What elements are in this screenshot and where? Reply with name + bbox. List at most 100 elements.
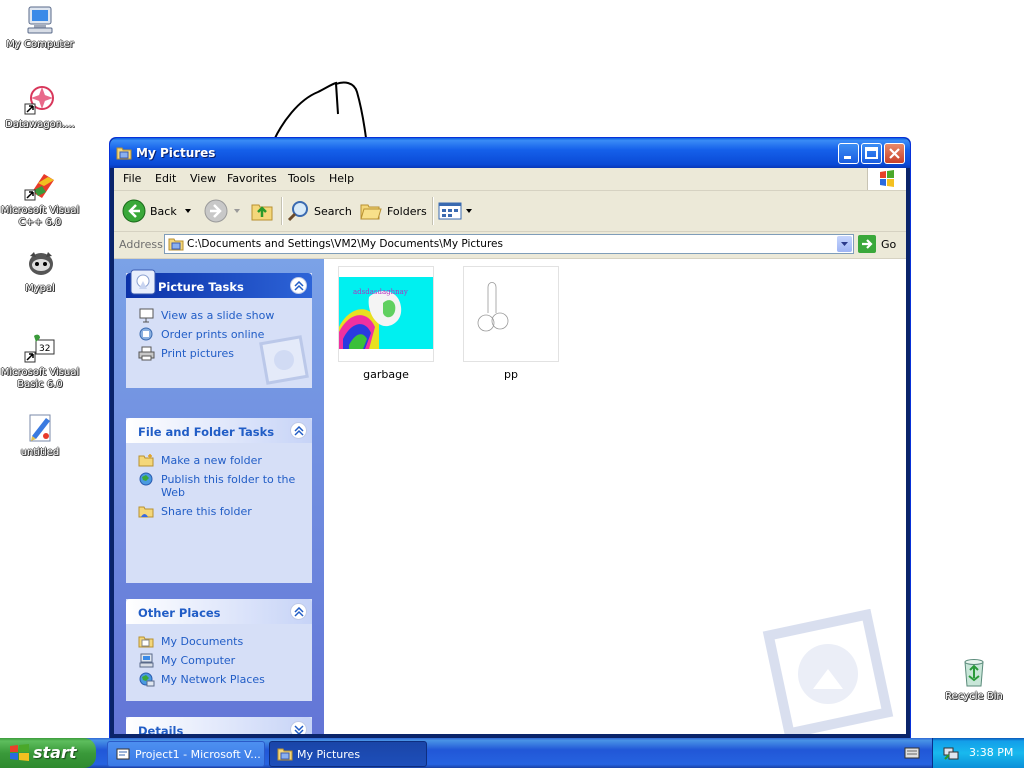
picture-tasks-icon (130, 269, 156, 295)
search-button[interactable]: Search (286, 197, 352, 225)
up-folder-button[interactable] (250, 197, 274, 225)
task-pane: Picture Tasks View as a slide show Order (114, 259, 324, 734)
views-button[interactable] (438, 197, 474, 225)
folders-button[interactable]: Folders (359, 197, 427, 225)
menu-view[interactable]: View (190, 172, 216, 185)
chevron-up-icon (294, 607, 304, 617)
explorer-content: Picture Tasks View as a slide show Order (114, 258, 906, 734)
start-label: start (33, 743, 77, 762)
desktop-icon-label: Microsoft Visual C++ 6.0 (0, 205, 80, 228)
expand-button[interactable] (290, 721, 307, 734)
network-tray-icon[interactable] (943, 745, 959, 761)
task-label: My Documents (161, 635, 244, 648)
title-bar[interactable]: My Pictures (110, 138, 910, 168)
file-item-garbage[interactable]: adsdasdaghnay garbage (338, 266, 434, 381)
folder-icon (116, 146, 132, 160)
collapse-button[interactable] (290, 277, 307, 294)
mypal-shortcut-icon (24, 248, 56, 280)
desktop-scribble (273, 81, 367, 141)
menu-file[interactable]: File (123, 172, 141, 185)
address-dropdown-button[interactable] (837, 236, 852, 252)
chevron-down-icon (841, 242, 848, 246)
my-documents-icon (138, 636, 154, 648)
keyboard-icon[interactable] (904, 747, 920, 759)
slideshow-icon (139, 308, 154, 323)
panel-body: Make a new folder Publish this folder to… (126, 443, 312, 527)
address-bar: Address C:\Documents and Settings\VM2\My… (114, 232, 906, 256)
desktop-icon-visual-basic[interactable]: 32 Microsoft Visual Basic 6.0 (0, 332, 80, 391)
go-arrow-icon (858, 235, 876, 253)
task-share-folder[interactable]: Share this folder (126, 502, 312, 521)
task-make-new-folder[interactable]: Make a new folder (126, 451, 312, 470)
file-list-area[interactable]: adsdasdaghnay garbage pp (328, 259, 906, 734)
back-arrow-icon (122, 199, 146, 223)
publish-web-icon (139, 472, 153, 486)
recycle-bin-icon (958, 656, 990, 688)
task-publish-web[interactable]: Publish this folder to the Web (126, 470, 312, 502)
task-label: My Computer (161, 654, 236, 667)
desktop-icon-label: Mypal (25, 283, 55, 294)
forward-button[interactable] (204, 197, 242, 225)
details-panel: Details (126, 717, 312, 734)
toolbar-separator (281, 197, 283, 225)
watermark-pictures-icon (762, 609, 894, 734)
menu-tools[interactable]: Tools (288, 172, 315, 185)
taskbar-button-my-pictures[interactable]: My Pictures (269, 741, 427, 767)
up-folder-icon (251, 204, 273, 221)
svg-text:32: 32 (39, 344, 50, 354)
desktop-icon-label: My Computer (6, 39, 74, 50)
garbage-thumbnail-image: adsdasdaghnay (339, 277, 433, 349)
desktop-icon-visual-cpp[interactable]: Microsoft Visual C++ 6.0 (0, 170, 80, 229)
address-input[interactable]: C:\Documents and Settings\VM2\My Documen… (164, 234, 854, 254)
desktop-icon-label: Recycle Bin (945, 691, 1003, 702)
desktop-icon-mypal[interactable]: Mypal (0, 248, 80, 295)
menu-help[interactable]: Help (329, 172, 354, 185)
file-item-pp[interactable]: pp (463, 266, 559, 381)
menu-favorites[interactable]: Favorites (227, 172, 277, 185)
clock[interactable]: 3:38 PM (969, 746, 1013, 759)
taskbar-button-project1[interactable]: Project1 - Microsoft V... (107, 741, 265, 767)
panel-title: Picture Tasks (158, 280, 244, 294)
close-button[interactable] (884, 143, 905, 164)
collapse-button[interactable] (290, 422, 307, 439)
explorer-window[interactable]: My Pictures File Edit View Favorites Too… (110, 138, 910, 738)
details-header[interactable]: Details (126, 717, 312, 734)
task-label: My Network Places (161, 673, 265, 686)
maximize-button[interactable] (861, 143, 882, 164)
start-button[interactable]: start (0, 738, 96, 768)
printer-icon (138, 346, 155, 361)
toolbar-separator (432, 197, 434, 225)
desktop-icon-untitled[interactable]: untitled (0, 412, 80, 459)
desktop-icon-recycle-bin[interactable]: Recycle Bin (934, 656, 1014, 703)
desktop-icon-datawagon[interactable]: Datawagon.... (0, 84, 80, 131)
taskbar-button-label: Project1 - Microsoft V... (135, 748, 261, 761)
taskbar: start Project1 - Microsoft V... My Pictu… (0, 738, 1024, 768)
place-my-documents[interactable]: My Documents (126, 632, 312, 651)
windows-logo-icon (867, 168, 906, 190)
other-places-header[interactable]: Other Places (126, 599, 312, 624)
desktop-icon-my-computer[interactable]: My Computer (0, 4, 80, 51)
place-my-network-places[interactable]: My Network Places (126, 670, 312, 689)
collapse-button[interactable] (290, 603, 307, 620)
thumbnail-text: adsdasdaghnay (353, 288, 408, 296)
my-computer-icon (139, 653, 154, 668)
panel-title: Other Places (138, 606, 221, 620)
search-icon (287, 201, 308, 222)
picture-tasks-header[interactable]: Picture Tasks (126, 269, 312, 298)
thumbnail-frame (463, 266, 559, 362)
task-label: Share this folder (161, 505, 252, 518)
place-my-computer[interactable]: My Computer (126, 651, 312, 670)
menu-edit[interactable]: Edit (155, 172, 176, 185)
share-folder-icon (138, 506, 154, 518)
datawagon-shortcut-icon (24, 84, 56, 116)
menu-bar: File Edit View Favorites Tools Help (114, 168, 906, 191)
back-button[interactable]: Back (122, 197, 193, 225)
file-folder-tasks-header[interactable]: File and Folder Tasks (126, 418, 312, 443)
go-button[interactable]: Go (858, 235, 896, 253)
desktop-icon-label: untitled (20, 447, 60, 458)
minimize-button[interactable] (838, 143, 859, 164)
other-places-panel: Other Places My Documents My Computer My… (126, 599, 312, 701)
task-view-slideshow[interactable]: View as a slide show (126, 306, 312, 325)
close-icon (889, 148, 900, 159)
chevron-up-icon (294, 281, 304, 291)
